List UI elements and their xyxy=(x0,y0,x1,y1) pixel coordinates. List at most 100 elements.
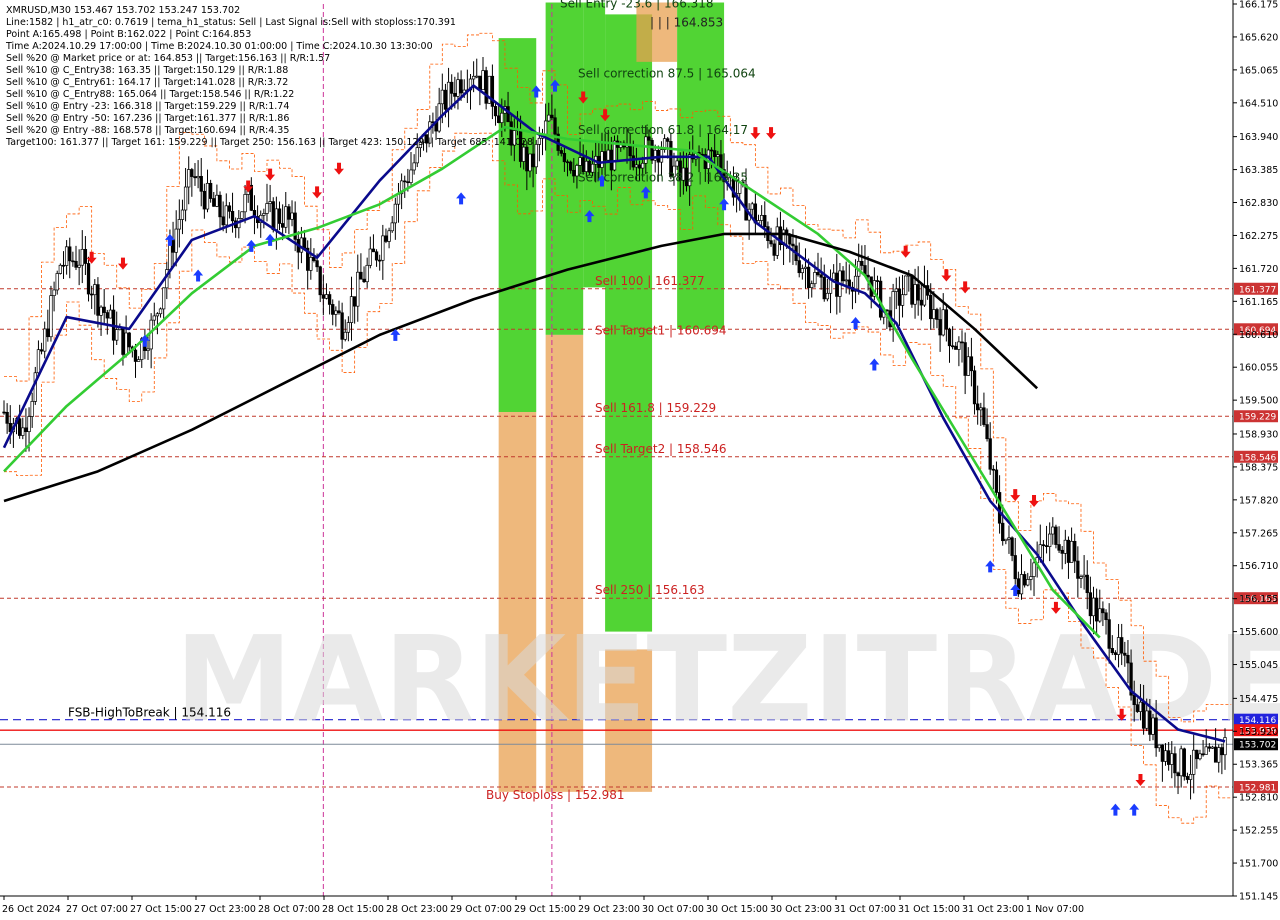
candle-body xyxy=(1082,574,1086,578)
candle-body xyxy=(1188,774,1193,780)
y-tick-label-14: 158.375 xyxy=(1239,462,1278,473)
candle-body xyxy=(528,153,532,172)
candle-body xyxy=(83,248,88,264)
y-tick-label-17: 156.710 xyxy=(1239,561,1278,572)
y-tick-label-16: 157.265 xyxy=(1239,528,1278,539)
x-tick-label-9: 29 Oct 23:00 xyxy=(578,904,640,915)
candle-body xyxy=(64,246,69,266)
zone-green-0 xyxy=(498,38,537,413)
candle-body xyxy=(606,149,610,161)
candle-body xyxy=(86,263,91,295)
info-line-9: Sell %20 @ Entry -50: 167.236 || Target:… xyxy=(6,113,289,124)
candle-body xyxy=(171,240,175,253)
candle-body xyxy=(268,201,272,204)
candle-body xyxy=(1217,747,1221,763)
candle-body xyxy=(299,237,304,253)
candle-body xyxy=(183,186,188,211)
zone-label-3: Sell correction 61.8 | 164.17 xyxy=(578,123,748,137)
candle-body xyxy=(1113,652,1118,655)
y-tick-label-4: 163.940 xyxy=(1239,132,1278,143)
candle-body xyxy=(932,309,936,320)
candle-body xyxy=(271,201,275,231)
candle-body xyxy=(578,157,582,166)
y-tick-label-27: 151.145 xyxy=(1239,892,1278,903)
candle-body xyxy=(1185,776,1190,780)
candle-body xyxy=(559,150,563,154)
candle-body xyxy=(406,181,410,184)
candle-body xyxy=(243,194,247,213)
x-tick-label-14: 31 Oct 15:00 xyxy=(898,904,960,915)
candle-body xyxy=(1126,654,1130,664)
x-tick-label-3: 27 Oct 23:00 xyxy=(194,904,256,915)
y-tick-label-10: 160.610 xyxy=(1239,330,1278,341)
candle-body xyxy=(819,274,823,278)
candle-body xyxy=(982,407,986,425)
y-tick-label-5: 163.385 xyxy=(1239,165,1278,176)
candle-body xyxy=(99,306,103,316)
level-label-2: Sell 161.8 | 159.229 xyxy=(595,401,716,415)
info-line-2: Point A:165.498 | Point B:162.022 | Poin… xyxy=(6,29,251,40)
candle-body xyxy=(46,328,50,338)
x-tick-label-10: 30 Oct 07:00 xyxy=(642,904,704,915)
level-label-3: Sell Target2 | 158.546 xyxy=(595,442,727,456)
price-badge-text-2: 159.229 xyxy=(1239,413,1276,423)
candle-body xyxy=(1016,578,1021,595)
x-tick-label-2: 27 Oct 15:00 xyxy=(130,904,192,915)
candle-body xyxy=(550,114,554,119)
candle-body xyxy=(1057,544,1061,551)
candle-body xyxy=(985,424,989,440)
candle-body xyxy=(68,246,72,262)
candle-body xyxy=(976,403,980,411)
candle-body xyxy=(969,356,974,372)
candle-body xyxy=(1195,749,1199,760)
candle-body xyxy=(1213,746,1218,763)
candle-body xyxy=(365,264,369,283)
candle-body xyxy=(227,205,232,212)
candle-body xyxy=(221,216,225,226)
candle-body xyxy=(1079,576,1083,579)
price-chart[interactable]: MARKETZITRADE Sell Entry -23.6 | 166.318… xyxy=(0,0,1280,920)
candle-body xyxy=(988,438,992,470)
candle-body xyxy=(1048,533,1052,547)
candle-body xyxy=(18,418,22,436)
candle-body xyxy=(1098,608,1102,622)
x-tick-label-1: 27 Oct 07:00 xyxy=(66,904,128,915)
candle-body xyxy=(1076,560,1080,579)
candle-body xyxy=(321,294,325,299)
candle-body xyxy=(146,348,150,351)
candle-body xyxy=(791,243,795,247)
candle-body xyxy=(800,268,804,274)
candle-body xyxy=(127,332,131,348)
candle-body xyxy=(1210,746,1215,749)
candle-body xyxy=(356,271,360,307)
candle-body xyxy=(218,194,222,218)
candle-body xyxy=(1201,753,1205,756)
candle-body xyxy=(493,106,498,117)
candle-body xyxy=(666,138,670,142)
candle-body xyxy=(1001,522,1005,542)
candle-body xyxy=(315,260,319,268)
candle-body xyxy=(506,106,510,123)
candle-body xyxy=(522,146,526,162)
candle-body xyxy=(860,260,864,266)
candle-body xyxy=(443,89,448,110)
candle-body xyxy=(1029,576,1033,580)
info-line-11: Target100: 161.377 || Target 161: 159.22… xyxy=(5,137,533,148)
candle-body xyxy=(36,349,41,374)
candle-body xyxy=(105,312,109,319)
candle-body xyxy=(1166,750,1171,765)
candle-body xyxy=(1069,540,1074,563)
candle-body xyxy=(277,208,282,224)
candle-body xyxy=(318,266,322,296)
candle-body xyxy=(637,164,642,169)
candle-body xyxy=(21,427,25,436)
candle-body xyxy=(224,205,228,226)
y-tick-label-12: 159.500 xyxy=(1239,396,1278,407)
candle-body xyxy=(265,203,269,214)
candle-body xyxy=(371,248,376,253)
candle-body xyxy=(806,266,811,288)
x-tick-label-6: 28 Oct 23:00 xyxy=(386,904,448,915)
candle-body xyxy=(484,70,488,104)
candle-body xyxy=(1176,772,1180,777)
candle-body xyxy=(1026,579,1030,586)
